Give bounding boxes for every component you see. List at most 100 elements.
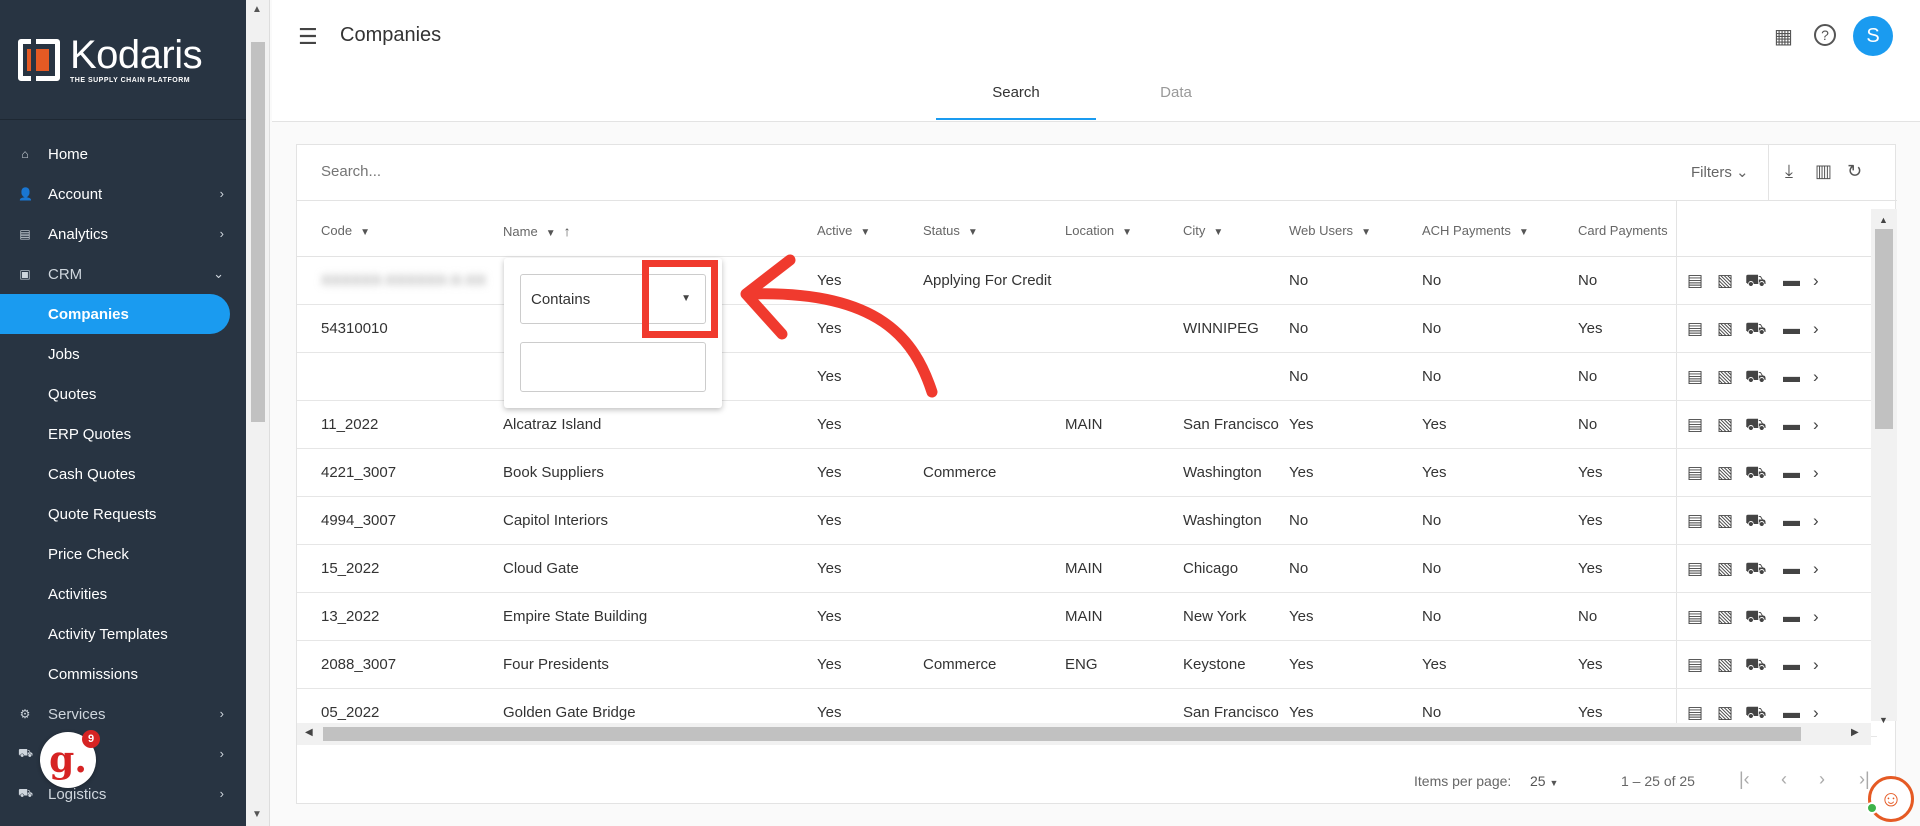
scroll-left-arrow-icon[interactable]: ◀ bbox=[305, 727, 313, 738]
column-menu-icon[interactable]: ▼ bbox=[1213, 227, 1223, 238]
billing-icon[interactable]: ▧ bbox=[1717, 415, 1733, 435]
table-vertical-scrollbar[interactable]: ▲ ▼ bbox=[1871, 209, 1897, 725]
message-icon[interactable]: ▬ bbox=[1783, 607, 1800, 627]
message-icon[interactable]: ▬ bbox=[1783, 367, 1800, 387]
column-header-city[interactable]: City ▼ bbox=[1183, 223, 1223, 238]
column-menu-icon[interactable]: ▼ bbox=[1361, 227, 1371, 238]
billing-icon[interactable]: ▧ bbox=[1717, 655, 1733, 675]
scroll-right-arrow-icon[interactable]: ▶ bbox=[1851, 727, 1859, 738]
row-details-chevron-icon[interactable]: › bbox=[1813, 559, 1819, 579]
chat-icon[interactable]: ☺ bbox=[1868, 776, 1914, 822]
filters-dropdown[interactable]: Filters ⌄ bbox=[1691, 163, 1749, 181]
row-details-chevron-icon[interactable]: › bbox=[1813, 319, 1819, 339]
column-header-code[interactable]: Code ▼ bbox=[321, 223, 370, 238]
message-icon[interactable]: ▬ bbox=[1783, 511, 1800, 531]
sidebar-item-companies[interactable]: Companies bbox=[0, 294, 230, 334]
billing-icon[interactable]: ▧ bbox=[1717, 463, 1733, 483]
table-horizontal-scrollbar[interactable]: ◀ ▶ bbox=[297, 723, 1871, 745]
filter-mode-select[interactable]: Contains ▼ bbox=[520, 274, 706, 324]
help-widget-button[interactable]: g. 9 bbox=[40, 730, 100, 788]
shipping-truck-icon[interactable]: ⛟ bbox=[1745, 559, 1766, 581]
row-details-chevron-icon[interactable]: › bbox=[1813, 415, 1819, 435]
sidebar-item-cash-quotes[interactable]: Cash Quotes bbox=[0, 454, 246, 494]
billing-icon[interactable]: ▧ bbox=[1717, 319, 1733, 339]
filter-value-input[interactable] bbox=[520, 342, 706, 392]
column-header-ach-payments[interactable]: ACH Payments ▼ bbox=[1422, 223, 1529, 238]
row-details-chevron-icon[interactable]: › bbox=[1813, 703, 1819, 723]
column-header-active[interactable]: Active ▼ bbox=[817, 223, 870, 238]
row-details-chevron-icon[interactable]: › bbox=[1813, 463, 1819, 483]
message-icon[interactable]: ▬ bbox=[1783, 559, 1800, 579]
sort-ascending-icon[interactable]: ↑ bbox=[564, 223, 571, 239]
sidebar-item-activity-templates[interactable]: Activity Templates bbox=[0, 614, 246, 654]
message-icon[interactable]: ▬ bbox=[1783, 655, 1800, 675]
column-header-status[interactable]: Status ▼ bbox=[923, 223, 978, 238]
billing-icon[interactable]: ▧ bbox=[1717, 703, 1733, 723]
scroll-down-arrow-icon[interactable]: ▼ bbox=[1879, 715, 1888, 725]
billing-icon[interactable]: ▧ bbox=[1717, 607, 1733, 627]
column-header-web-users[interactable]: Web Users ▼ bbox=[1289, 223, 1371, 238]
shipping-truck-icon[interactable]: ⛟ bbox=[1745, 607, 1766, 629]
download-icon[interactable]: ⤓ bbox=[1785, 161, 1793, 182]
sidebar-item-crm[interactable]: ▣ CRM ⌄ bbox=[0, 254, 246, 294]
sidebar-item-jobs[interactable]: Jobs bbox=[0, 334, 246, 374]
row-details-chevron-icon[interactable]: › bbox=[1813, 367, 1819, 387]
add-store-icon[interactable]: ▦ bbox=[1774, 24, 1793, 49]
column-menu-icon[interactable]: ▼ bbox=[968, 227, 978, 238]
columns-icon[interactable]: ▥ bbox=[1815, 161, 1832, 182]
shipping-truck-icon[interactable]: ⛟ bbox=[1745, 703, 1766, 725]
sidebar-item-commissions[interactable]: Commissions bbox=[0, 654, 246, 694]
sidebar-item-services[interactable]: ⚙ Services › bbox=[0, 694, 246, 734]
message-icon[interactable]: ▬ bbox=[1783, 415, 1800, 435]
tab-data[interactable]: Data bbox=[1096, 84, 1256, 120]
sidebar-item-quotes[interactable]: Quotes bbox=[0, 374, 246, 414]
column-header-name[interactable]: Name ▼ ↑ bbox=[503, 223, 571, 239]
shipping-truck-icon[interactable]: ⛟ bbox=[1745, 271, 1766, 293]
add-note-icon[interactable]: ▤ bbox=[1687, 271, 1703, 291]
sidebar-item-quote-requests[interactable]: Quote Requests bbox=[0, 494, 246, 534]
scroll-up-arrow-icon[interactable]: ▲ bbox=[252, 4, 262, 15]
sidebar-item-activities[interactable]: Activities bbox=[0, 574, 246, 614]
add-note-icon[interactable]: ▤ bbox=[1687, 415, 1703, 435]
sidebar-item-truck-icon[interactable]: ⛟ › bbox=[0, 734, 246, 774]
previous-page-icon[interactable]: ‹ bbox=[1781, 769, 1787, 790]
add-note-icon[interactable]: ▤ bbox=[1687, 367, 1703, 387]
message-icon[interactable]: ▬ bbox=[1783, 463, 1800, 483]
row-details-chevron-icon[interactable]: › bbox=[1813, 607, 1819, 627]
billing-icon[interactable]: ▧ bbox=[1717, 511, 1733, 531]
column-menu-icon[interactable]: ▼ bbox=[1122, 227, 1132, 238]
add-note-icon[interactable]: ▤ bbox=[1687, 607, 1703, 627]
sidebar-item-analytics[interactable]: ▤ Analytics › bbox=[0, 214, 246, 254]
first-page-icon[interactable]: |‹ bbox=[1739, 769, 1750, 790]
brand-logo[interactable]: Kodaris THE SUPPLY CHAIN PLATFORM bbox=[0, 0, 246, 120]
message-icon[interactable]: ▬ bbox=[1783, 703, 1800, 723]
billing-icon[interactable]: ▧ bbox=[1717, 367, 1733, 387]
table-row[interactable]: 2088_3007 Four Presidents Yes Commerce ENG Ke… bbox=[297, 641, 1877, 689]
add-note-icon[interactable]: ▤ bbox=[1687, 655, 1703, 675]
add-note-icon[interactable]: ▤ bbox=[1687, 319, 1703, 339]
add-note-icon[interactable]: ▤ bbox=[1687, 511, 1703, 531]
message-icon[interactable]: ▬ bbox=[1783, 271, 1800, 291]
row-details-chevron-icon[interactable]: › bbox=[1813, 511, 1819, 531]
search-input[interactable] bbox=[321, 163, 921, 180]
sidebar-item-logistics[interactable]: ⛟ Logistics › bbox=[0, 774, 246, 814]
column-header-location[interactable]: Location ▼ bbox=[1065, 223, 1132, 238]
column-menu-icon[interactable]: ▼ bbox=[546, 228, 556, 239]
table-row[interactable]: 4221_3007 Book Suppliers Yes Commerce Washin… bbox=[297, 449, 1877, 497]
sidebar-item-erp-quotes[interactable]: ERP Quotes bbox=[0, 414, 246, 454]
avatar[interactable]: S bbox=[1853, 16, 1893, 56]
sidebar-scrollbar[interactable]: ▲ ▼ bbox=[246, 0, 270, 826]
tab-search[interactable]: Search bbox=[936, 84, 1096, 120]
shipping-truck-icon[interactable]: ⛟ bbox=[1745, 511, 1766, 533]
scrollbar-thumb[interactable] bbox=[251, 42, 265, 422]
add-note-icon[interactable]: ▤ bbox=[1687, 559, 1703, 579]
scroll-up-arrow-icon[interactable]: ▲ bbox=[1879, 215, 1888, 225]
billing-icon[interactable]: ▧ bbox=[1717, 559, 1733, 579]
menu-icon[interactable]: ☰ bbox=[298, 24, 318, 50]
table-row[interactable]: 4994_3007 Capitol Interiors Yes Washington N… bbox=[297, 497, 1877, 545]
sidebar-item-home[interactable]: ⌂ Home bbox=[0, 134, 246, 174]
table-row[interactable]: 11_2022 Alcatraz Island Yes MAIN San Francis… bbox=[297, 401, 1877, 449]
column-menu-icon[interactable]: ▼ bbox=[360, 227, 370, 238]
add-note-icon[interactable]: ▤ bbox=[1687, 463, 1703, 483]
table-row[interactable]: 13_2022 Empire State Building Yes MAIN New Y… bbox=[297, 593, 1877, 641]
